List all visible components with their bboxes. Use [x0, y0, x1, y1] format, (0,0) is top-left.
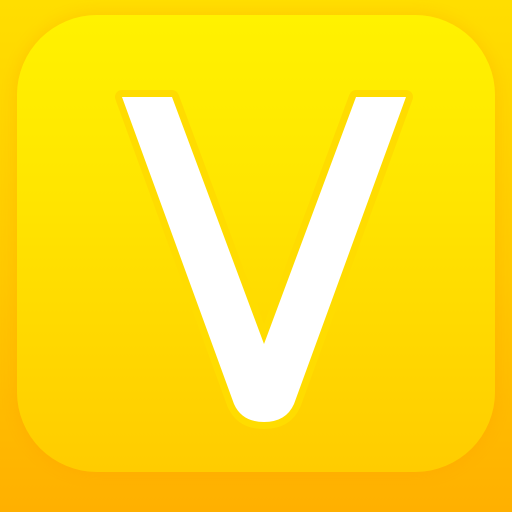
letter-v-glyph: [122, 97, 406, 422]
app-icon: [0, 0, 512, 512]
letter-v-logo: [115, 90, 413, 429]
